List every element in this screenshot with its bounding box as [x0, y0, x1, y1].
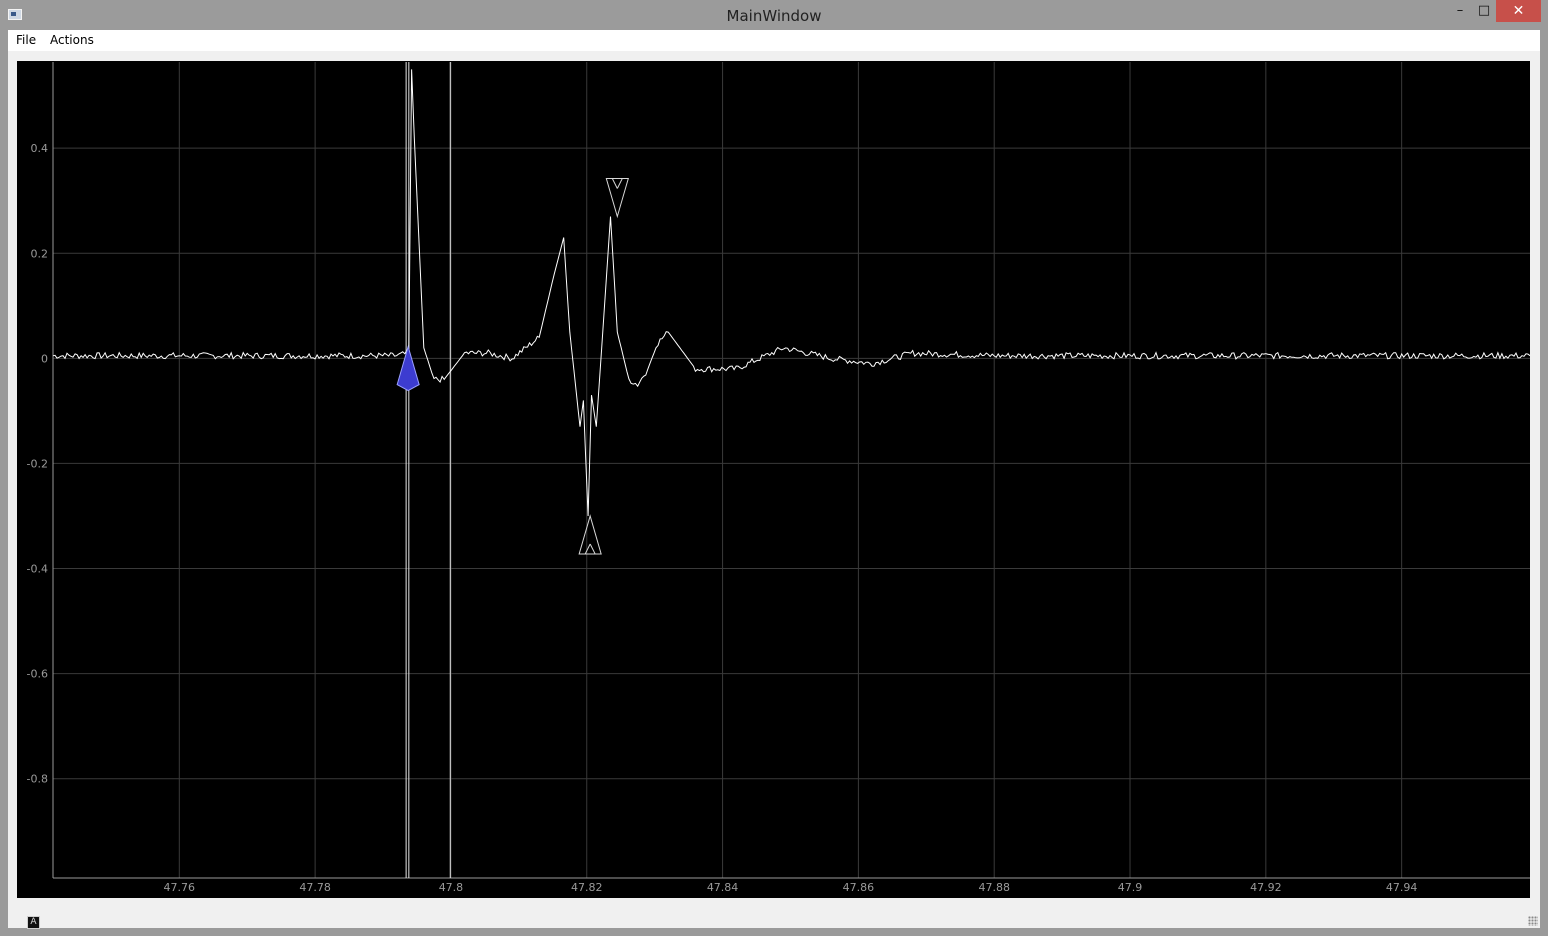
x-tick-label: 47.78	[299, 881, 331, 894]
trough-marker[interactable]	[578, 514, 602, 555]
signal-trace	[52, 69, 1530, 517]
y-tick-label: -0.4	[27, 563, 48, 576]
menu-actions[interactable]: Actions	[50, 33, 94, 47]
y-tick-label: -0.8	[27, 773, 48, 786]
client-area: File Actions 47.76 47.78 47.8 47.82 47.84 47.…	[8, 30, 1540, 929]
x-tick-label: 47.82	[571, 881, 603, 894]
x-tick-label: 47.84	[707, 881, 739, 894]
y-tick-label: -0.6	[27, 668, 48, 681]
peak-marker[interactable]	[605, 177, 629, 219]
y-tick-label: 0.2	[31, 247, 49, 260]
y-tick-label: -0.2	[27, 457, 48, 470]
plot-canvas[interactable]: 47.76 47.78 47.8 47.82 47.84 47.86 47.88 47.9 47…	[17, 61, 1530, 898]
peak-marker-notch	[616, 178, 623, 189]
plot-area[interactable]: 47.76 47.78 47.8 47.82 47.84 47.86 47.88 47.9 47…	[17, 61, 1530, 929]
resize-grip[interactable]	[1528, 916, 1538, 926]
x-tick-label: 47.92	[1250, 881, 1282, 894]
x-tick-label: 47.76	[164, 881, 196, 894]
window-title: MainWindow	[726, 7, 822, 25]
menu-file[interactable]: File	[16, 33, 36, 47]
x-tick-label: 47.94	[1386, 881, 1418, 894]
maximize-button[interactable]: □	[1470, 0, 1498, 22]
close-button[interactable]: ✕	[1496, 0, 1541, 22]
peak-marker-notch	[611, 178, 618, 189]
trough-marker-notch	[589, 543, 596, 555]
x-tick-label: 47.9	[1118, 881, 1143, 894]
menu-bar: File Actions	[8, 30, 1540, 51]
x-tick-label: 47.88	[978, 881, 1010, 894]
auto-range-button[interactable]: A	[27, 916, 40, 929]
title-bar: MainWindow – □ ✕	[0, 0, 1548, 30]
trough-marker-notch	[584, 543, 591, 555]
y-tick-label: 0	[41, 352, 48, 365]
x-tick-label: 47.8	[439, 881, 464, 894]
x-tick-label: 47.86	[843, 881, 875, 894]
y-tick-label: 0.4	[31, 142, 49, 155]
